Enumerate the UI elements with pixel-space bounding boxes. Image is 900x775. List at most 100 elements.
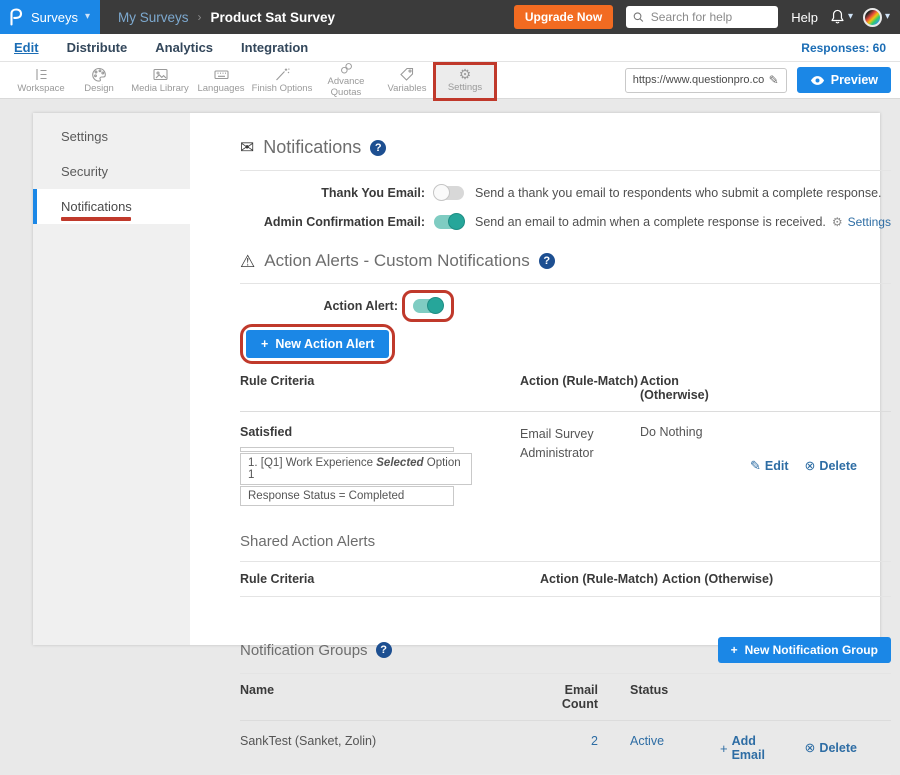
settings-gear-icon: ⚙: [459, 67, 472, 81]
delete-group-link[interactable]: ⊗ Delete: [805, 734, 857, 762]
edit-label: Edit: [765, 459, 789, 473]
new-action-alert-label: New Action Alert: [275, 337, 374, 351]
toolbar-advance-quotas[interactable]: Advance Quotas: [314, 62, 378, 98]
settings-panel: Settings Security Notifications ✉ Notifi…: [33, 113, 880, 645]
questionpro-logo-icon: [8, 8, 24, 26]
preview-button[interactable]: Preview: [797, 67, 891, 93]
toolbar-design[interactable]: Design: [70, 62, 128, 98]
col-rule-criteria: Rule Criteria: [240, 572, 540, 586]
rule-box-response-status: Response Status = Completed: [240, 486, 454, 506]
row-actions: ✎ Edit ⊗ Delete: [750, 425, 891, 507]
help-icon[interactable]: ?: [370, 140, 386, 156]
admin-email-settings-link[interactable]: ⚙ Settings: [832, 215, 891, 229]
help-search-input[interactable]: [649, 9, 771, 25]
new-action-alert-button[interactable]: + New Action Alert: [246, 330, 389, 358]
toolbar-settings[interactable]: ⚙ Settings: [436, 62, 494, 98]
media-library-icon: [152, 67, 169, 82]
toolbar-workspace[interactable]: Workspace: [12, 62, 70, 98]
sidebar-item-notifications[interactable]: Notifications: [33, 189, 190, 224]
help-icon[interactable]: ?: [539, 253, 555, 269]
variables-tag-icon: [399, 67, 415, 82]
sidebar-item-settings[interactable]: Settings: [33, 119, 190, 154]
col-action-otherwise: Action (Otherwise): [662, 572, 891, 586]
top-bar: Surveys ▾ My Surveys › Product Sat Surve…: [0, 0, 900, 34]
sidebar-item-security[interactable]: Security: [33, 154, 190, 189]
breadcrumb-my-surveys[interactable]: My Surveys: [118, 10, 189, 25]
action-alert-toggle[interactable]: [413, 299, 443, 313]
group-status[interactable]: Active: [598, 734, 720, 762]
help-icon[interactable]: ?: [376, 642, 392, 658]
toolbar-label: Finish Options: [252, 83, 313, 94]
responses-count[interactable]: Responses: 60: [801, 41, 886, 55]
delete-label: Delete: [819, 459, 857, 473]
shared-alerts-table-header: Rule Criteria Action (Rule-Match) Action…: [240, 561, 891, 597]
thank-you-email-description: Send a thank you email to respondents wh…: [475, 186, 882, 200]
admin-confirmation-email-toggle[interactable]: [434, 215, 464, 229]
toolbar-variables[interactable]: Variables: [378, 62, 436, 98]
edit-toolbar: Workspace Design Media Library Languages…: [0, 62, 900, 99]
toolbar-media-library[interactable]: Media Library: [128, 62, 192, 98]
group-name: SankTest (Sanket, Zolin): [240, 734, 540, 762]
group-email-count[interactable]: 2: [540, 734, 598, 762]
group-row: SankTest (Sanket, Zolin) 2 Active + Add …: [240, 721, 891, 775]
notifications-bell-menu[interactable]: ▾: [830, 9, 853, 25]
admin-confirmation-email-row: Admin Confirmation Email: Send an email …: [240, 215, 891, 229]
avatar: [863, 8, 882, 27]
thank-you-email-row: Thank You Email: Send a thank you email …: [240, 186, 891, 200]
account-menu[interactable]: ▾: [863, 8, 890, 27]
action-alert-table-row: Satisfied 1. [Q1] Work Experience Select…: [240, 412, 891, 507]
toolbar-languages[interactable]: Languages: [192, 62, 250, 98]
survey-url-field[interactable]: https://www.questionpro.com/t/ ✎: [625, 68, 787, 93]
tab-distribute[interactable]: Distribute: [67, 40, 128, 55]
rule-text: 1. [Q1] Work Experience: [248, 457, 376, 469]
red-annotation-notifications-underline: [61, 217, 131, 221]
toolbar-label: Settings: [448, 82, 482, 93]
edit-url-pencil-icon[interactable]: ✎: [769, 73, 779, 87]
add-email-label: Add Email: [732, 734, 789, 762]
chevron-down-icon: ▾: [848, 12, 853, 22]
edit-alert-link[interactable]: ✎ Edit: [750, 425, 789, 507]
toolbar-finish-options[interactable]: Finish Options: [250, 62, 314, 98]
help-menu[interactable]: Help: [791, 10, 818, 25]
eye-icon: [810, 75, 825, 86]
admin-email-settings-label: Settings: [848, 215, 891, 229]
col-name: Name: [240, 683, 540, 711]
col-status: Status: [598, 683, 720, 711]
help-search[interactable]: [626, 6, 778, 28]
breadcrumb-separator-icon: ›: [198, 10, 202, 24]
tab-edit[interactable]: Edit: [14, 40, 39, 55]
envelope-icon: ✉: [240, 139, 254, 156]
red-annotation-action-alert-toggle: [402, 290, 454, 322]
delete-circle-icon: ⊗: [805, 458, 816, 474]
delete-alert-link[interactable]: ⊗ Delete: [805, 425, 857, 507]
pencil-icon: ✎: [750, 458, 761, 474]
thank-you-email-toggle[interactable]: [434, 186, 464, 200]
product-switcher[interactable]: Surveys ▾: [0, 0, 100, 34]
tab-analytics[interactable]: Analytics: [155, 40, 213, 55]
notification-groups-header: Notification Groups ? + New Notification…: [240, 637, 891, 663]
action-alert-toggle-row: Action Alert:: [240, 290, 891, 322]
notifications-content: ✉ Notifications ? Thank You Email: Send …: [190, 113, 900, 645]
toggle-knob: [448, 213, 465, 230]
languages-keyboard-icon: [213, 67, 230, 82]
toolbar-label: Languages: [197, 83, 244, 94]
breadcrumb-survey-name: Product Sat Survey: [211, 10, 336, 25]
tab-integration[interactable]: Integration: [241, 40, 308, 55]
rule-text-emphasis: Selected: [376, 457, 423, 469]
advance-quotas-links-icon: [338, 62, 355, 75]
add-email-link[interactable]: + Add Email: [720, 734, 789, 762]
notification-groups-title: Notification Groups ?: [240, 642, 392, 659]
notification-groups-title-text: Notification Groups: [240, 642, 368, 659]
survey-url-value: https://www.questionpro.com/t/: [633, 74, 764, 86]
upgrade-now-button[interactable]: Upgrade Now: [514, 5, 613, 29]
toolbar-label: Workspace: [17, 83, 64, 94]
new-notification-group-button[interactable]: + New Notification Group: [718, 637, 891, 663]
settings-sidebar: Settings Security Notifications: [33, 113, 190, 645]
col-email-count: Email Count: [540, 683, 598, 711]
action-rule-match-cell: Email Survey Administrator: [520, 425, 615, 507]
plus-icon: +: [261, 337, 268, 351]
toggle-knob: [427, 297, 444, 314]
admin-confirmation-email-label: Admin Confirmation Email:: [240, 215, 425, 229]
section-title-text: Notifications: [263, 137, 361, 158]
divider: [240, 170, 891, 171]
